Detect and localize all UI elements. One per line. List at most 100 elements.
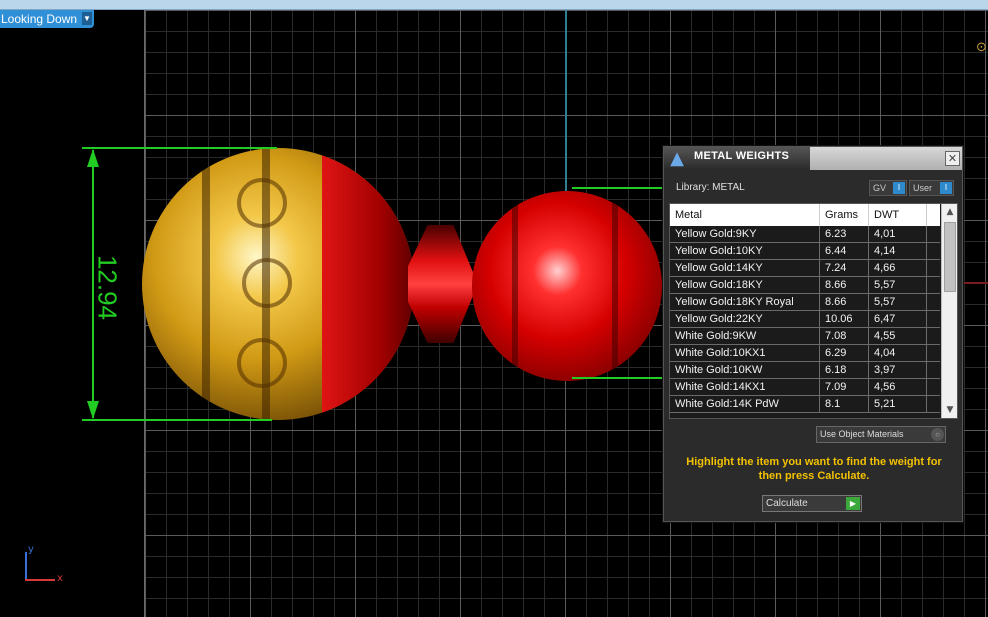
table-row[interactable]: White Gold:9KW 7.08 4,55 (670, 328, 940, 345)
use-object-materials-toggle[interactable]: Use Object Materials ○ (816, 426, 946, 443)
cell-grams: 10.06 (820, 311, 869, 328)
table-row[interactable]: Yellow Gold:10KY 6.44 4,14 (670, 243, 940, 260)
y-axis-line (565, 10, 567, 200)
column-header-metal[interactable]: Metal (670, 204, 820, 226)
cell-dwt: 5,57 (869, 277, 927, 294)
gold-bead[interactable] (142, 148, 414, 420)
column-header-dwt[interactable]: DWT (869, 204, 927, 226)
red-bead[interactable] (472, 191, 662, 381)
cell-grams: 6.44 (820, 243, 869, 260)
dimension-value[interactable]: 12.94 (92, 253, 123, 323)
user-toggle-label: User (913, 183, 933, 193)
cell-dwt: 3,97 (869, 362, 927, 379)
play-icon: ▶ (846, 497, 860, 510)
table-row[interactable]: White Gold:14KX1 7.09 4,56 (670, 379, 940, 396)
table-row[interactable]: Yellow Gold:22KY 10.06 6,47 (670, 311, 940, 328)
cell-dwt: 4,66 (869, 260, 927, 277)
cell-metal: Yellow Gold:14KY (670, 260, 820, 277)
cell-grams: 6.18 (820, 362, 869, 379)
cell-dwt: 4,01 (869, 226, 927, 243)
dimension-extension-top (82, 147, 277, 149)
cell-grams: 7.08 (820, 328, 869, 345)
cell-metal: Yellow Gold:18KY (670, 277, 820, 294)
chevron-down-icon[interactable]: ▼ (82, 12, 92, 25)
bead-red-section (322, 148, 414, 420)
metal-table[interactable]: Metal Grams DWT Yellow Gold:9KY 6.23 4,01 Y… (669, 203, 958, 419)
gv-toggle-label: GV (873, 183, 887, 193)
ucs-x-axis (25, 579, 55, 581)
cell-grams: 6.29 (820, 345, 869, 362)
gizmo-icon[interactable]: ⊙ (976, 40, 988, 55)
toggle-knob-icon: ○ (931, 428, 944, 441)
bead-swirl (237, 338, 287, 388)
table-row[interactable]: White Gold:10KX1 6.29 4,04 (670, 345, 940, 362)
cell-dwt: 4,14 (869, 243, 927, 260)
dimension-arrow-down-icon (87, 401, 99, 419)
dialog-title-bar[interactable]: ▲ METAL WEIGHTS ✕ (664, 147, 962, 170)
use-object-materials-label: Use Object Materials (820, 429, 904, 439)
bead-swirl (237, 178, 287, 228)
metal-weights-dialog: ▲ METAL WEIGHTS ✕ Library: METAL GV I Us… (663, 146, 963, 522)
table-body: Yellow Gold:9KY 6.23 4,01 Yellow Gold:10KY 6… (670, 226, 940, 413)
toggle-knob-icon: I (893, 182, 905, 194)
cell-grams: 8.66 (820, 294, 869, 311)
table-row[interactable]: Yellow Gold:14KY 7.24 4,66 (670, 260, 940, 277)
ucs-y-axis (25, 552, 27, 580)
dialog-title: METAL WEIGHTS (694, 150, 790, 162)
cell-metal: Yellow Gold:18KY Royal (670, 294, 820, 311)
calculate-label: Calculate (766, 498, 808, 509)
cell-metal: White Gold:10KW (670, 362, 820, 379)
bead-band (202, 148, 210, 420)
column-header-grams[interactable]: Grams (820, 204, 869, 226)
cell-dwt: 4,55 (869, 328, 927, 345)
gv-toggle[interactable]: GV I (869, 180, 907, 196)
cell-metal: White Gold:14K PdW (670, 396, 820, 413)
cell-dwt: 5,57 (869, 294, 927, 311)
cell-dwt: 5,21 (869, 396, 927, 413)
title-bar-fill (810, 147, 962, 170)
chevron-up-icon[interactable]: ▲ (942, 204, 957, 220)
window-top-bar (0, 0, 988, 10)
table-row[interactable]: Yellow Gold:18KY Royal 8.66 5,57 (670, 294, 940, 311)
cell-metal: White Gold:9KW (670, 328, 820, 345)
table-row[interactable]: White Gold:14K PdW 8.1 5,21 (670, 396, 940, 413)
table-row[interactable]: Yellow Gold:18KY 8.66 5,57 (670, 277, 940, 294)
table-scrollbar[interactable]: ▲ ▼ (941, 204, 957, 418)
instruction-text: Highlight the item you want to find the … (686, 456, 942, 482)
ucs-x-label: x (57, 573, 63, 584)
bead-swirl (242, 258, 292, 308)
view-label-text: Looking Down (1, 12, 78, 26)
x-axis-line (960, 282, 988, 284)
dimension-extension (572, 187, 662, 189)
cell-metal: Yellow Gold:10KY (670, 243, 820, 260)
cell-metal: Yellow Gold:9KY (670, 226, 820, 243)
chevron-down-icon[interactable]: ▼ (942, 402, 957, 418)
viewport-border (0, 10, 145, 617)
cell-metal: White Gold:10KX1 (670, 345, 820, 362)
user-toggle[interactable]: User I (909, 180, 954, 196)
table-header: Metal Grams DWT (670, 204, 940, 226)
cell-dwt: 4,56 (869, 379, 927, 396)
table-row[interactable]: White Gold:10KW 6.18 3,97 (670, 362, 940, 379)
cell-grams: 7.09 (820, 379, 869, 396)
bead-band (612, 191, 618, 381)
cell-grams: 8.66 (820, 277, 869, 294)
close-icon[interactable]: ✕ (945, 151, 960, 166)
cell-grams: 6.23 (820, 226, 869, 243)
dimension-arrow-up-icon (87, 149, 99, 167)
view-selector[interactable]: Looking Down ▼ (0, 10, 94, 28)
bead-band (512, 191, 518, 381)
cell-dwt: 6,47 (869, 311, 927, 328)
cell-dwt: 4,04 (869, 345, 927, 362)
cell-grams: 8.1 (820, 396, 869, 413)
cell-grams: 7.24 (820, 260, 869, 277)
library-label: Library: METAL (676, 182, 745, 193)
app-logo-icon: ▲ (670, 148, 684, 169)
ucs-y-label: y (28, 544, 34, 555)
dimension-extension (572, 377, 662, 379)
cell-metal: Yellow Gold:22KY (670, 311, 820, 328)
scrollbar-thumb[interactable] (944, 222, 956, 292)
calculate-button[interactable]: Calculate ▶ (762, 495, 862, 512)
table-row[interactable]: Yellow Gold:9KY 6.23 4,01 (670, 226, 940, 243)
cell-metal: White Gold:14KX1 (670, 379, 820, 396)
